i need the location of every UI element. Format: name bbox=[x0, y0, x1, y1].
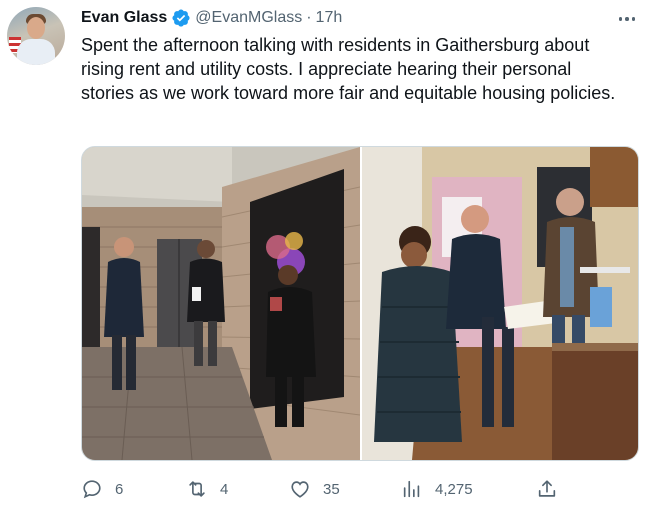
avatar-head bbox=[27, 17, 45, 39]
separator-dot: · bbox=[306, 9, 312, 26]
author-name[interactable]: Evan Glass bbox=[81, 9, 167, 27]
views-count: 4,275 bbox=[435, 480, 473, 498]
tweet-timestamp[interactable]: 17h bbox=[316, 9, 343, 27]
tweet-media[interactable] bbox=[81, 146, 639, 461]
tweet-text: Spent the afternoon talking with residen… bbox=[81, 35, 616, 103]
like-button[interactable]: 35 bbox=[289, 474, 340, 504]
reply-button[interactable]: 6 bbox=[81, 474, 123, 504]
share-icon bbox=[538, 480, 556, 497]
author-avatar[interactable] bbox=[7, 7, 65, 65]
tweet-actions: 6 4 35 4,275 bbox=[81, 474, 561, 504]
reply-icon bbox=[83, 480, 101, 499]
reply-count: 6 bbox=[115, 480, 124, 498]
media-photo-1[interactable] bbox=[82, 147, 360, 460]
verified-badge-icon bbox=[172, 9, 190, 27]
views-icon bbox=[403, 480, 420, 498]
tweet-header: Evan Glass @EvanMGlass · 17h bbox=[81, 7, 342, 29]
more-options-button[interactable] bbox=[612, 4, 642, 34]
like-count: 35 bbox=[323, 480, 340, 498]
media-photo-2[interactable] bbox=[362, 147, 638, 460]
author-handle[interactable]: @EvanMGlass bbox=[195, 9, 302, 27]
heart-icon bbox=[291, 481, 309, 498]
share-button[interactable] bbox=[536, 474, 558, 504]
retweet-button[interactable]: 4 bbox=[186, 474, 228, 504]
more-dots-icon bbox=[618, 17, 623, 21]
retweet-count: 4 bbox=[220, 480, 229, 498]
views-button[interactable]: 4,275 bbox=[401, 474, 473, 504]
kitchen-photo-illustration bbox=[362, 147, 638, 460]
avatar-shirt bbox=[17, 39, 55, 65]
retweet-icon bbox=[189, 481, 205, 497]
hallway-photo-illustration bbox=[82, 147, 360, 460]
